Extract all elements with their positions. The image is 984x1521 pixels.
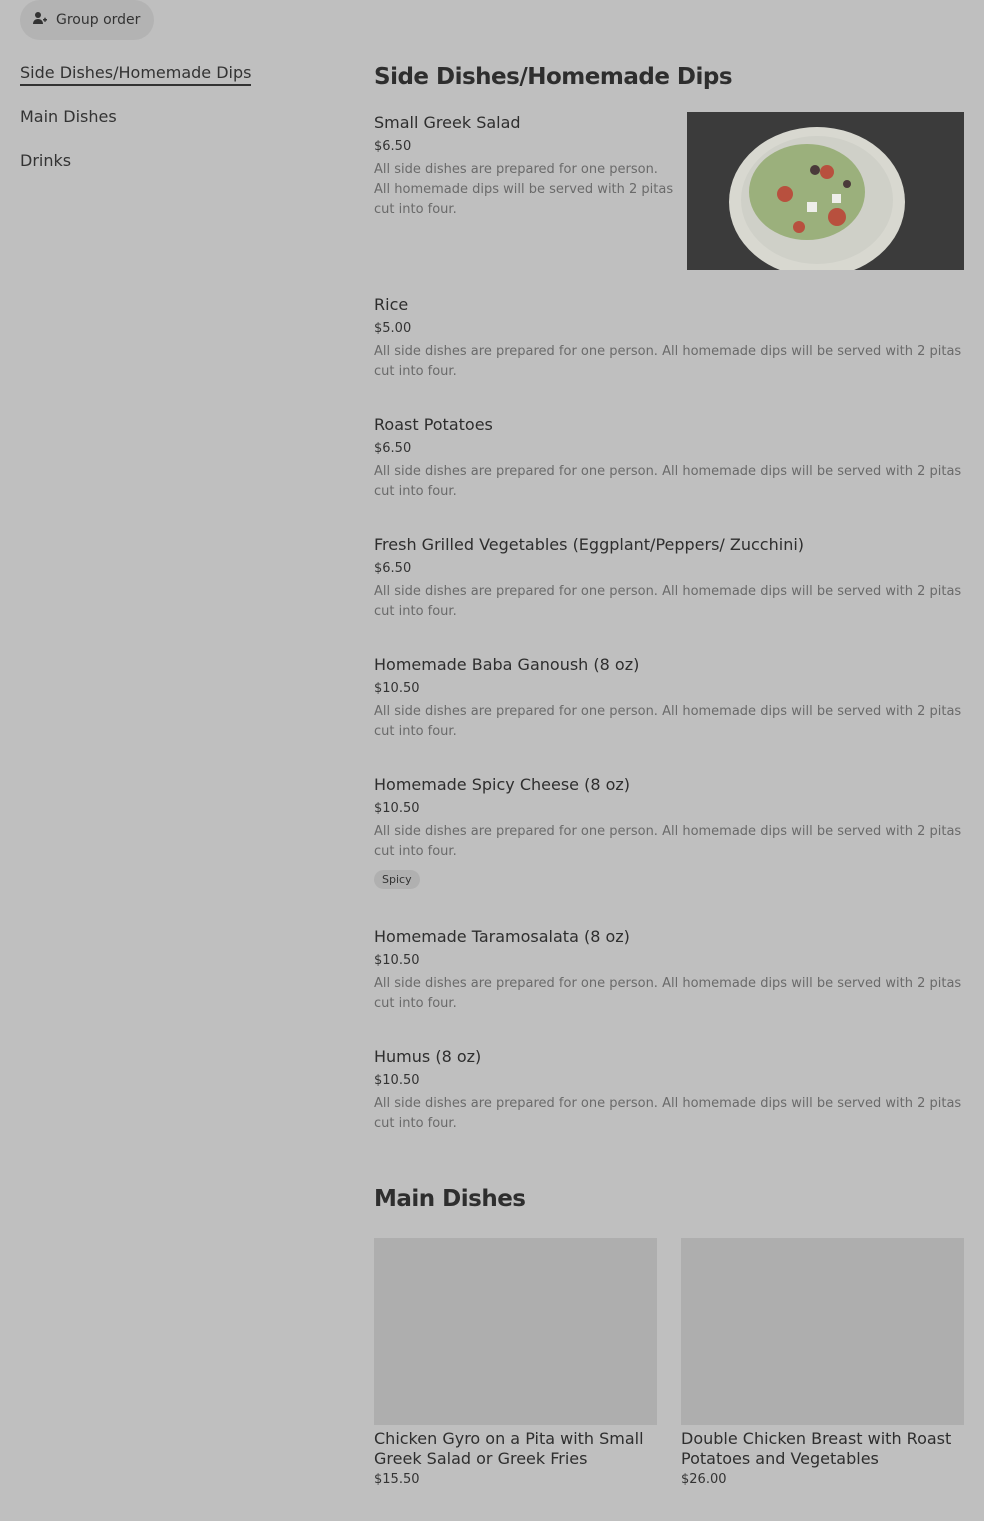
item-name: Humus (8 oz) [374, 1047, 482, 1066]
menu-item[interactable]: Small Greek Salad $6.50 All side dishes … [374, 112, 964, 294]
item-price: $15.50 [374, 1472, 420, 1487]
item-description: All side dishes are prepared for one per… [374, 824, 962, 859]
item-description: All side dishes are prepared for one per… [374, 976, 962, 1011]
item-name: Roast Potatoes [374, 415, 493, 434]
item-price: $10.50 [374, 801, 420, 816]
group-order-button[interactable]: Group order [20, 0, 154, 40]
item-image [687, 112, 964, 277]
menu-item[interactable]: Homemade Baba Ganoush (8 oz) $10.50 All … [374, 654, 964, 774]
item-name: Rice [374, 295, 409, 314]
menu-item[interactable]: Roast Potatoes $6.50 All side dishes are… [374, 414, 964, 534]
item-name: Double Chicken Breast with Roast Potatoe… [681, 1429, 952, 1468]
category-nav: Side Dishes/Homemade Dips Main Dishes Dr… [20, 62, 252, 194]
item-name: Chicken Gyro on a Pita with Small Greek … [374, 1429, 644, 1468]
nav-item-main-dishes[interactable]: Main Dishes [20, 106, 251, 128]
menu-item[interactable]: Humus (8 oz) $10.50 All side dishes are … [374, 1046, 964, 1186]
item-name: Homemade Spicy Cheese (8 oz) [374, 775, 631, 794]
main-dishes-grid: Chicken Gyro on a Pita with Small Greek … [374, 1238, 964, 1487]
item-description: All side dishes are prepared for one per… [374, 584, 962, 619]
item-description: All side dishes are prepared for one per… [374, 464, 962, 499]
item-description: All side dishes are prepared for one per… [374, 704, 962, 739]
item-name: Fresh Grilled Vegetables (Eggplant/Peppe… [374, 535, 805, 554]
nav-item-side-dishes[interactable]: Side Dishes/Homemade Dips [20, 62, 252, 86]
section-title-main-dishes: Main Dishes [374, 1186, 526, 1212]
item-price: $26.00 [681, 1472, 727, 1487]
item-price: $10.50 [374, 953, 420, 968]
menu-item[interactable]: Fresh Grilled Vegetables (Eggplant/Peppe… [374, 534, 964, 654]
item-name: Small Greek Salad [374, 113, 521, 132]
item-name: Homemade Baba Ganoush (8 oz) [374, 655, 640, 674]
item-price: $5.00 [374, 321, 412, 336]
item-price: $10.50 [374, 1073, 420, 1088]
group-order-label: Group order [56, 12, 141, 28]
item-price: $6.50 [374, 561, 412, 576]
item-name: Homemade Taramosalata (8 oz) [374, 927, 630, 946]
menu-content: Side Dishes/Homemade Dips Small Greek Sa… [374, 64, 964, 1487]
item-price: $10.50 [374, 681, 420, 696]
menu-card[interactable]: Chicken Gyro on a Pita with Small Greek … [374, 1238, 657, 1487]
item-description: All side dishes are prepared for one per… [374, 1096, 962, 1131]
item-price: $6.50 [374, 139, 412, 154]
item-image-placeholder [374, 1238, 657, 1425]
menu-item[interactable]: Homemade Taramosalata (8 oz) $10.50 All … [374, 926, 964, 1046]
menu-item[interactable]: Rice $5.00 All side dishes are prepared … [374, 294, 964, 414]
nav-item-drinks[interactable]: Drinks [20, 150, 251, 172]
menu-item[interactable]: Homemade Spicy Cheese (8 oz) $10.50 All … [374, 774, 964, 926]
menu-card[interactable]: Double Chicken Breast with Roast Potatoe… [681, 1238, 964, 1487]
item-image-placeholder [681, 1238, 964, 1425]
item-description: All side dishes are prepared for one per… [374, 162, 674, 217]
section-title-side-dishes: Side Dishes/Homemade Dips [374, 64, 733, 90]
add-person-icon [32, 10, 48, 30]
item-price: $6.50 [374, 441, 412, 456]
item-description: All side dishes are prepared for one per… [374, 344, 962, 379]
spicy-badge: Spicy [374, 870, 420, 889]
